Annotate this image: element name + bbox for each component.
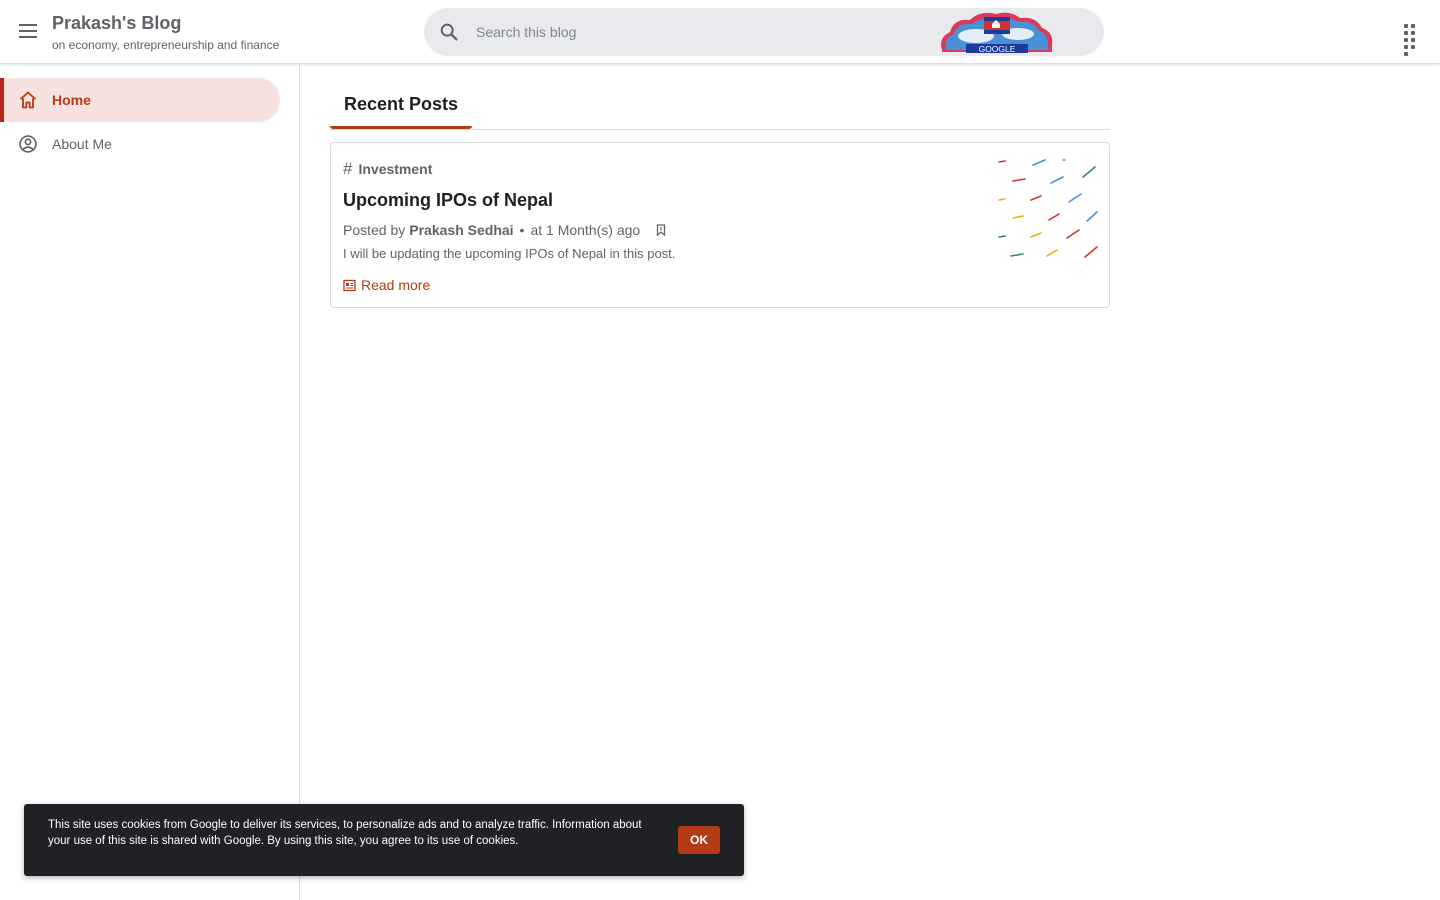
cookie-consent-bar: This site uses cookies from Google to de…	[24, 804, 744, 876]
post-timestamp[interactable]: at 1 Month(s) ago	[530, 222, 640, 238]
read-more-label: Read more	[361, 277, 431, 293]
sidebar-item-about-me[interactable]: About Me	[0, 122, 280, 166]
top-app-bar: Prakash's Blog on economy, entrepreneurs…	[0, 0, 1440, 64]
sidebar-item-label: About Me	[52, 136, 112, 152]
post-author[interactable]: Prakash Sedhai	[409, 222, 513, 238]
hashtag-icon: #	[343, 159, 353, 178]
post-label-link[interactable]: # Investment	[343, 159, 432, 179]
menu-icon[interactable]	[16, 20, 40, 44]
search-icon[interactable]	[438, 21, 460, 43]
post-byline: Posted by Prakash Sedhai • at 1 Month(s) ag…	[343, 222, 666, 238]
blog-description: on economy, entrepreneurship and finance	[52, 38, 280, 52]
article-icon	[343, 279, 356, 292]
doodle-text: GOOGLE	[979, 44, 1016, 54]
sidebar-item-label: Home	[52, 92, 91, 108]
search-bar[interactable]: GOOGLE	[424, 8, 1104, 56]
post-snippet: I will be updating the upcoming IPOs of …	[343, 246, 676, 261]
google-doodle-logo[interactable]: GOOGLE	[936, 10, 1056, 54]
post-card: # Investment Upcoming IPOs of Nepal Poste…	[330, 142, 1110, 308]
sidebar: Home About Me	[0, 65, 300, 900]
posted-by-text: Posted by	[343, 222, 406, 238]
post-thumbnail[interactable]	[995, 157, 1099, 261]
apps-grid-icon[interactable]	[1402, 22, 1422, 56]
tab-recent-posts[interactable]: Recent Posts	[330, 78, 472, 129]
post-tabs: Recent Posts	[330, 78, 1110, 130]
account-circle-icon	[19, 135, 37, 153]
sidebar-item-home[interactable]: Home	[0, 78, 280, 122]
home-icon	[19, 91, 37, 109]
bookmark-icon[interactable]	[656, 224, 666, 236]
blog-title[interactable]: Prakash's Blog	[52, 13, 181, 34]
read-more-link[interactable]: Read more	[343, 277, 430, 293]
cookie-text: This site uses cookies from Google to de…	[48, 819, 642, 847]
post-title[interactable]: Upcoming IPOs of Nepal	[343, 190, 553, 211]
search-input[interactable]	[476, 8, 916, 56]
post-label: Investment	[358, 161, 433, 177]
cookie-ok-button[interactable]: OK	[678, 826, 720, 854]
byline-separator: •	[519, 222, 525, 238]
